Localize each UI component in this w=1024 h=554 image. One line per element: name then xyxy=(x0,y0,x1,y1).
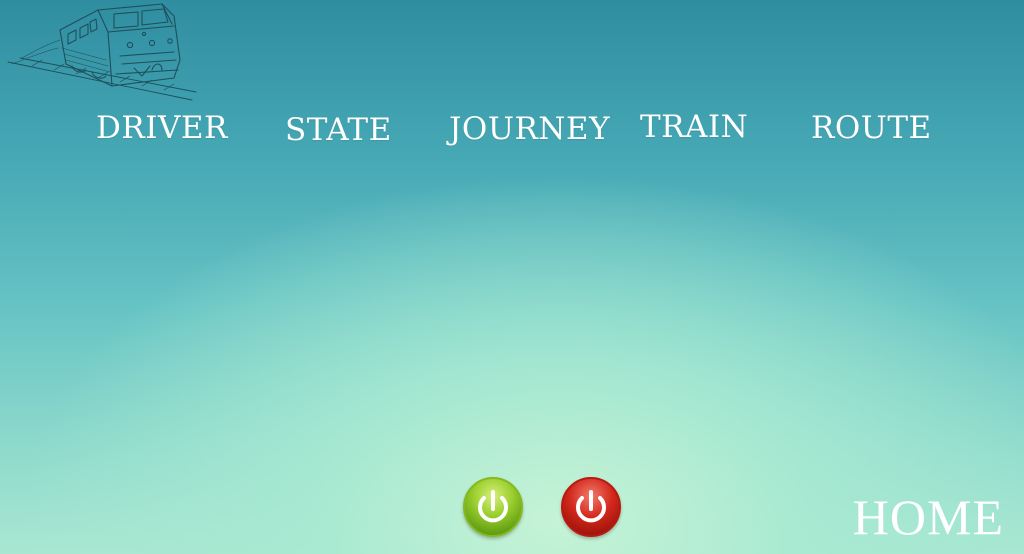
power-icon xyxy=(576,490,606,523)
nav-item-journey[interactable]: JOURNEY xyxy=(449,111,610,147)
nav-item-train[interactable]: TRAIN xyxy=(640,109,748,145)
power-on-button[interactable] xyxy=(463,477,523,537)
power-icon xyxy=(478,490,508,523)
nav-item-driver[interactable]: DRIVER xyxy=(96,110,228,146)
home-link[interactable]: HOME xyxy=(853,488,1004,546)
nav-item-route[interactable]: ROUTE xyxy=(811,110,932,146)
nav-item-state[interactable]: STATE xyxy=(285,112,392,148)
power-off-button[interactable] xyxy=(561,477,621,537)
main-nav: DRIVER STATE JOURNEY TRAIN ROUTE xyxy=(0,0,1024,160)
